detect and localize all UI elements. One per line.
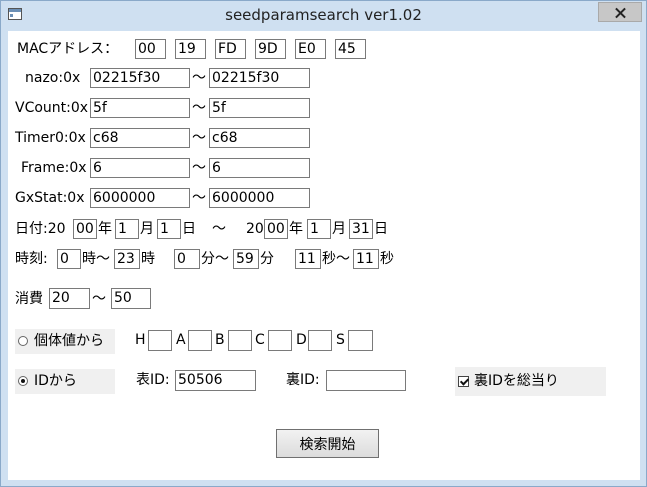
second-unit: 秒 — [380, 251, 394, 267]
date-to-day-input[interactable]: 31 — [349, 219, 373, 239]
day-unit: 日 — [374, 221, 388, 237]
range-tilde: ～ — [192, 190, 206, 206]
range-tilde: ～ — [212, 221, 226, 237]
date-from-year-input[interactable]: 00 — [73, 219, 97, 239]
hour-from-input[interactable]: 0 — [57, 249, 81, 269]
iv-d-label: D — [296, 332, 307, 348]
mac-octet-1-input[interactable]: 00 — [135, 39, 166, 59]
gxstat-from-input[interactable]: 6000000 — [90, 188, 190, 208]
nazo-to-input[interactable]: 02215f30 — [209, 68, 310, 88]
sid-input[interactable] — [326, 370, 406, 391]
title-bar: seedparamsearch ver1.02 — [1, 1, 646, 30]
window-title: seedparamsearch ver1.02 — [225, 6, 422, 24]
gxstat-to-input[interactable]: 6000000 — [209, 188, 310, 208]
iv-mode-radio[interactable] — [18, 336, 28, 346]
brute-sid-option[interactable]: 裏IDを総当り — [455, 367, 606, 396]
range-tilde: ～ — [192, 130, 206, 146]
mac-octet-6-input[interactable]: 45 — [335, 39, 366, 59]
vcount-label: VCount:0x — [15, 100, 89, 116]
id-mode-radio[interactable] — [18, 376, 28, 386]
day-unit: 日 — [182, 221, 196, 237]
iv-a-input[interactable] — [188, 330, 212, 351]
frame-from-input[interactable]: 6 — [90, 158, 190, 178]
year-unit: 年 — [289, 221, 303, 237]
tid-label: 表ID: — [136, 372, 170, 388]
frame-label: Frame:0x — [21, 160, 87, 176]
iv-h-label: H — [135, 332, 146, 348]
timer0-label: Timer0:0x — [15, 130, 86, 146]
brute-sid-checkbox[interactable] — [458, 376, 469, 387]
hour-to-input[interactable]: 23 — [114, 249, 140, 269]
vcount-from-input[interactable]: 5f — [90, 98, 190, 118]
vcount-to-input[interactable]: 5f — [209, 98, 310, 118]
mac-octet-5-input[interactable]: E0 — [295, 39, 326, 59]
date-to-month-input[interactable]: 1 — [307, 219, 331, 239]
range-tilde: ～ — [192, 70, 206, 86]
minute-from-input[interactable]: 0 — [174, 249, 200, 269]
iv-b-label: B — [215, 332, 225, 348]
iv-h-input[interactable] — [148, 330, 172, 351]
gxstat-label: GxStat:0x — [15, 190, 85, 206]
id-mode-label: IDから — [34, 373, 77, 389]
date-to-year-input[interactable]: 00 — [264, 219, 288, 239]
iv-s-label: S — [336, 332, 345, 348]
second-separator: 秒～ — [322, 251, 350, 267]
iv-c-input[interactable] — [268, 330, 292, 351]
year-unit: 年 — [98, 221, 112, 237]
iv-b-input[interactable] — [228, 330, 252, 351]
iv-a-label: A — [176, 332, 186, 348]
iv-s-input[interactable] — [348, 330, 373, 351]
minute-separator: 分～ — [201, 251, 229, 267]
iv-mode-label: 個体値から — [34, 333, 104, 349]
hour-unit: 時 — [141, 251, 155, 267]
mac-address-label: MACアドレス： — [17, 41, 119, 57]
range-tilde: ～ — [92, 291, 106, 307]
consumption-from-input[interactable]: 20 — [49, 288, 90, 309]
sid-label: 裏ID: — [286, 372, 320, 388]
second-from-input[interactable]: 11 — [295, 249, 321, 269]
close-button[interactable] — [598, 2, 642, 22]
mac-octet-3-input[interactable]: FD — [215, 39, 246, 59]
id-mode-option[interactable]: IDから — [15, 369, 115, 394]
timer0-to-input[interactable]: c68 — [209, 128, 310, 148]
mac-octet-4-input[interactable]: 9D — [255, 39, 286, 59]
consumption-label: 消費 — [15, 291, 43, 307]
nazo-from-input[interactable]: 02215f30 — [90, 68, 190, 88]
month-unit: 月 — [140, 221, 154, 237]
date-from-day-input[interactable]: 1 — [157, 219, 181, 239]
minute-to-input[interactable]: 59 — [233, 249, 259, 269]
nazo-label: nazo:0x — [25, 70, 81, 86]
second-to-input[interactable]: 11 — [353, 249, 379, 269]
date-to-year-prefix: 20 — [246, 221, 264, 237]
main-panel: MACアドレス： 00 19 FD 9D E0 45 nazo:0x 02215… — [8, 31, 640, 480]
brute-sid-label: 裏IDを総当り — [474, 373, 559, 389]
hour-separator: 時～ — [82, 251, 110, 267]
month-unit: 月 — [332, 221, 346, 237]
time-label: 時刻: — [15, 251, 48, 267]
date-from-month-input[interactable]: 1 — [115, 219, 139, 239]
range-tilde: ～ — [192, 100, 206, 116]
mac-octet-2-input[interactable]: 19 — [175, 39, 206, 59]
consumption-to-input[interactable]: 50 — [111, 288, 151, 309]
iv-mode-option[interactable]: 個体値から — [15, 329, 115, 354]
minute-unit: 分 — [260, 251, 274, 267]
iv-c-label: C — [255, 332, 265, 348]
app-window: seedparamsearch ver1.02 MACアドレス： 00 19 F… — [0, 0, 647, 487]
frame-to-input[interactable]: 6 — [209, 158, 310, 178]
range-tilde: ～ — [192, 160, 206, 176]
date-label: 日付:20 — [15, 221, 66, 237]
tid-input[interactable]: 50506 — [175, 370, 256, 391]
iv-d-input[interactable] — [308, 330, 332, 351]
search-start-button[interactable]: 検索開始 — [276, 429, 379, 458]
timer0-from-input[interactable]: c68 — [90, 128, 190, 148]
